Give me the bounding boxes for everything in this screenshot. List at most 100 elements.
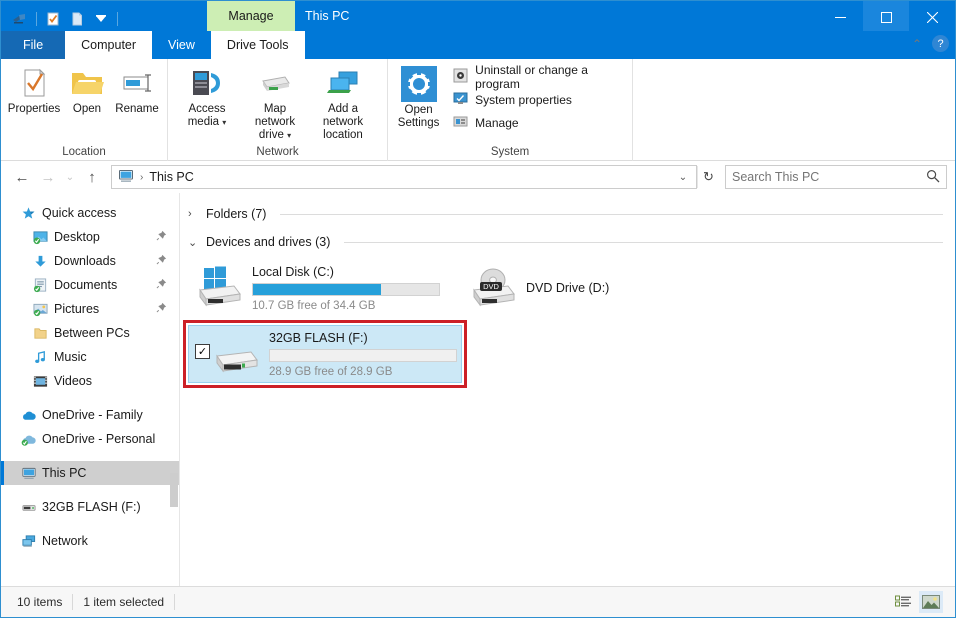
downloads-icon [33,254,54,269]
sidebar-item-between-pcs[interactable]: Between PCs [1,321,179,345]
up-button[interactable]: ↑ [79,164,105,190]
qat-divider [36,12,37,26]
refresh-button[interactable]: ↻ [697,166,719,188]
onedrive-synced-icon [21,432,42,447]
explorer-icon[interactable] [9,8,31,30]
navigation-pane-scrollbar[interactable] [170,473,178,507]
sidebar-item-quick-access[interactable]: Quick access [1,201,179,225]
properties-button[interactable]: Properties [6,64,62,116]
rename-button-label: Rename [115,103,159,115]
drive-tile-dvd-drive-d[interactable]: DVD DVD Drive (D:) [462,259,736,317]
sidebar-item-label-quick-access: Quick access [42,206,117,220]
close-button[interactable] [909,1,955,33]
sidebar-item-network[interactable]: Network [1,529,179,553]
open-settings-button[interactable]: Open Settings [394,64,443,132]
onedrive-icon [21,408,42,423]
tab-computer[interactable]: Computer [65,31,153,59]
maximize-button[interactable] [863,1,909,33]
breadcrumb-separator: › [140,171,144,183]
pin-icon-documents[interactable] [156,278,167,292]
sidebar-item-label-videos: Videos [54,374,92,388]
map-network-drive-button[interactable]: Map network drive ▾ [241,64,309,142]
tab-drive-tools[interactable]: Drive Tools [210,31,305,59]
ribbon: Properties Open Rename Location Access m… [1,59,955,161]
search-icon[interactable] [926,169,940,186]
system-properties-item[interactable]: System properties [453,91,626,109]
add-network-location-button[interactable]: Add a network location [309,64,377,142]
capacity-bar-32gb-flash-f [269,348,457,362]
window-controls [817,1,955,33]
nav-gap-3 [1,485,179,495]
properties-icon[interactable] [42,8,64,30]
group-header-devices-label: Devices and drives (3) [206,235,331,249]
window-title: This PC [305,9,350,23]
collapse-ribbon-icon[interactable]: ⌃ [912,37,922,51]
sidebar-item-desktop[interactable]: Desktop [1,225,179,249]
pin-icon-pictures[interactable] [156,302,167,316]
chevron-right-icon[interactable]: › [188,208,200,220]
drive-name-local-disk-c: Local Disk (C:) [252,264,334,279]
chevron-down-icon-group[interactable]: ⌄ [188,236,200,249]
manage-icon [453,114,468,132]
sidebar-item-32gb-flash[interactable]: 32GB FLASH (F:) [1,495,179,519]
open-settings-button-label: Open Settings [397,104,440,129]
sidebar-item-onedrive-personal[interactable]: OneDrive - Personal [1,427,179,451]
search-input[interactable] [732,170,926,184]
this-pc-icon [118,168,134,187]
address-bar[interactable]: › This PC ⌄ [111,165,697,189]
properties-icon [18,66,50,100]
documents-icon [33,277,54,293]
properties-button-label: Properties [7,103,61,115]
sidebar-item-label-between-pcs: Between PCs [54,326,130,340]
address-dropdown-icon[interactable]: ⌄ [672,166,694,188]
uninstall-program-icon [453,68,468,86]
pin-icon-downloads[interactable] [156,254,167,268]
system-small-commands: Uninstall or change a program System pro… [453,63,626,132]
open-button[interactable]: Open [62,64,112,116]
sidebar-item-label-desktop: Desktop [54,230,100,244]
sidebar-item-videos[interactable]: Videos [1,369,179,393]
pin-icon-desktop[interactable] [156,230,167,244]
drive-tile-local-disk-c[interactable]: Local Disk (C:) 10.7 GB free of 34.4 GB [188,259,462,317]
recent-locations-button[interactable]: ⌄ [61,164,79,190]
chevron-down-icon[interactable]: ▾ [222,118,226,127]
help-icon[interactable]: ? [932,35,949,52]
sidebar-item-label-32gb-flash: 32GB FLASH (F:) [42,500,141,514]
group-header-folders[interactable]: › Folders (7) [188,203,943,225]
tab-file[interactable]: File [1,31,66,59]
sidebar-item-downloads[interactable]: Downloads [1,249,179,273]
chevron-down-icon-2[interactable]: ▾ [287,131,291,140]
file-list-pane: › Folders (7) ⌄ Devices and drives (3) L… [180,193,955,586]
uninstall-program-item[interactable]: Uninstall or change a program [453,63,626,91]
search-box[interactable] [725,165,947,189]
group-header-folders-label: Folders (7) [206,207,267,221]
drive-checkbox-32gb-flash-f[interactable]: ✓ [195,344,210,359]
tab-view[interactable]: View [152,31,211,59]
drive-tile-32gb-flash-f[interactable]: ✓ 32GB FLASH (F:) 28.9 GB free of 28.9 G… [183,320,467,388]
sidebar-item-music[interactable]: Music [1,345,179,369]
sidebar-item-this-pc[interactable]: This PC [1,461,179,485]
group-header-devices-and-drives[interactable]: ⌄ Devices and drives (3) [188,231,943,253]
minimize-button[interactable] [817,1,863,33]
dvd-drive-icon: DVD [466,264,522,312]
sidebar-item-pictures[interactable]: Pictures [1,297,179,321]
sidebar-item-label-onedrive-family: OneDrive - Family [42,408,143,422]
forward-button[interactable]: → [35,164,61,190]
rename-button[interactable]: Rename [112,64,162,116]
explorer-body: Quick access Desktop Downloads Documents… [1,193,955,586]
access-media-button[interactable]: Access media ▾ [173,64,241,129]
details-view-button[interactable] [891,591,915,613]
new-folder-icon[interactable] [66,8,88,30]
sidebar-item-onedrive-family[interactable]: OneDrive - Family [1,403,179,427]
breadcrumb-this-pc[interactable]: This PC [149,170,193,184]
drive-capacity-32gb-flash-f: 28.9 GB free of 28.9 GB [269,365,393,378]
sidebar-item-label-this-pc: This PC [42,466,87,480]
manage-label: Manage [475,116,519,130]
large-icons-view-button[interactable] [919,591,943,613]
back-button[interactable]: ← [9,164,35,190]
customize-qat-chevron-icon[interactable] [90,8,112,30]
manage-item[interactable]: Manage [453,114,626,132]
sidebar-item-label-onedrive-personal: OneDrive - Personal [42,432,156,446]
sidebar-item-documents[interactable]: Documents [1,273,179,297]
pictures-icon [33,302,54,317]
